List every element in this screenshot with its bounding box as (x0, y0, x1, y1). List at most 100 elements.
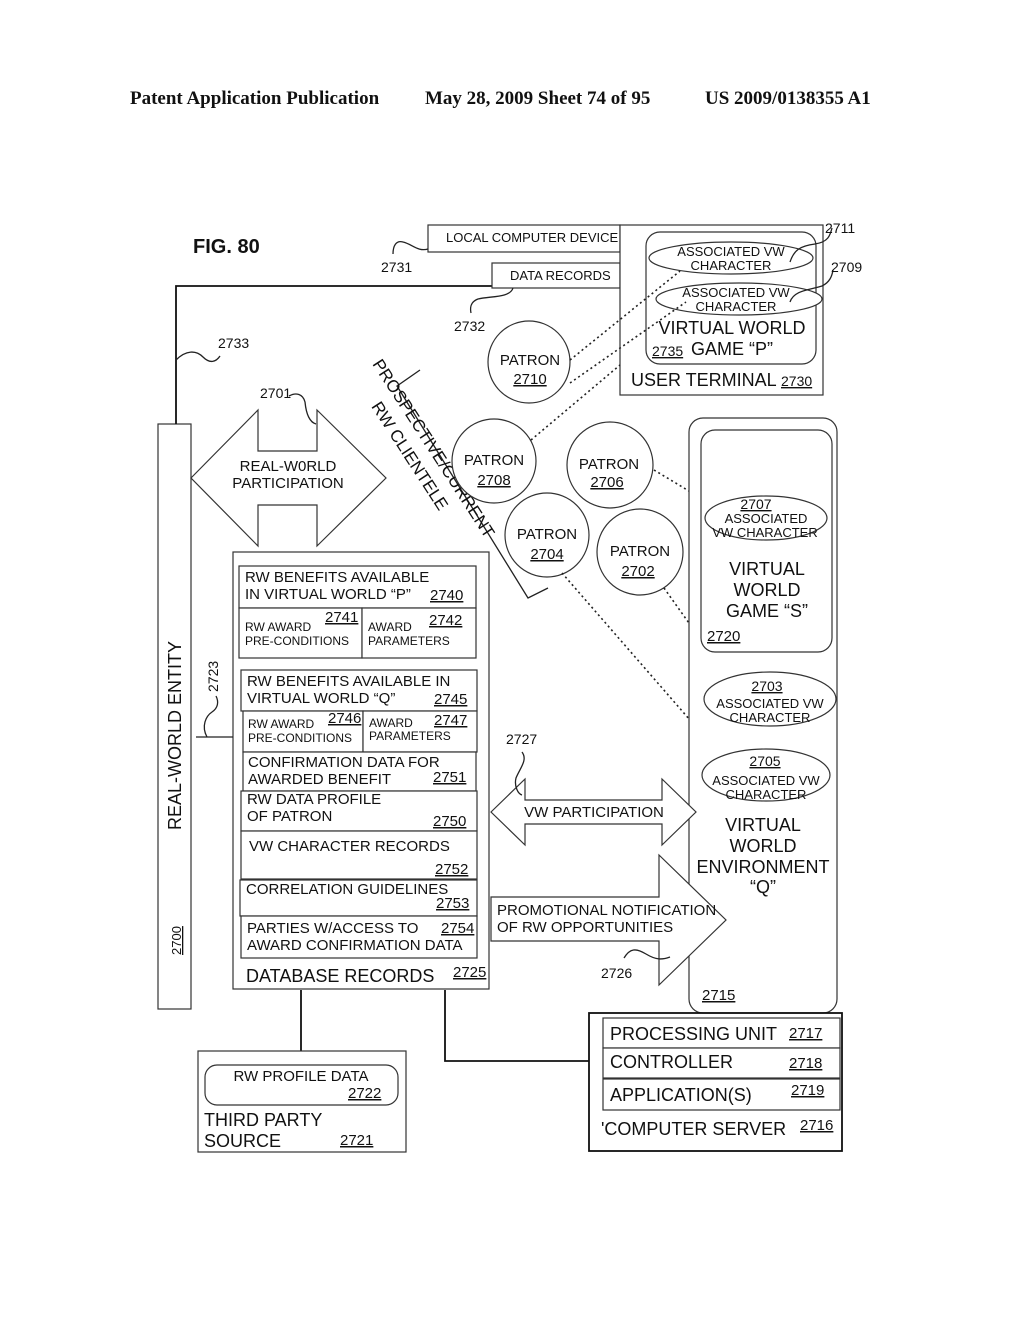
params-line2: PARAMETERS (368, 634, 450, 648)
parties-line2: AWARD CONFIRMATION DATA (247, 937, 463, 954)
promotional-line1: PROMOTIONAL NOTIFICATION (497, 902, 716, 919)
database-records: RW BENEFITS AVAILABLE IN VIRTUAL WORLD “… (232, 551, 490, 990)
computer-server: PROCESSING UNIT 2717 CONTROLLER 2718 APP… (588, 1012, 843, 1152)
server-row-label: PROCESSING UNIT (610, 1024, 777, 1044)
benefits-p-line1: RW BENEFITS AVAILABLE (245, 569, 429, 586)
vw-participation-label: VW PARTICIPATION (524, 804, 664, 821)
vw-env-ref: 2715 (702, 987, 735, 1004)
pre-conditions-ref: 2746 (328, 710, 361, 727)
computer-server-ref: 2716 (800, 1117, 833, 1134)
confirmation-line1: CONFIRMATION DATA FOR (248, 754, 440, 771)
parties-line1: PARTIES W/ACCESS TO (247, 920, 418, 937)
server-row-ref: 2719 (791, 1082, 824, 1099)
vw-env-line4: “Q” (750, 877, 776, 897)
profile-line1: RW DATA PROFILE (247, 791, 381, 808)
patron-label: PATRON (500, 352, 560, 369)
patron-2710: PATRON 2710 (487, 320, 571, 404)
data-records-label: DATA RECORDS (510, 268, 611, 283)
vw-game-s-line3: GAME “S” (726, 601, 808, 621)
character-label: CHARACTER (726, 787, 807, 802)
character-label: VW CHARACTER (712, 525, 817, 540)
vw-records-ref: 2752 (435, 861, 468, 878)
figure-diagram: FIG. 80 REAL-WORLD ENTITY 2700 2733 LOCA… (157, 220, 862, 1153)
user-terminal-label: USER TERMINAL (631, 370, 777, 390)
character-label: ASSOCIATED (725, 511, 808, 526)
connector-server (444, 990, 589, 1062)
params-line1: AWARD (369, 716, 413, 730)
benefits-p-ref: 2740 (430, 587, 463, 604)
real-world-entity-label: REAL-WORLD ENTITY (165, 641, 185, 830)
patron-ref: 2702 (621, 563, 654, 580)
database-ref: 2725 (453, 964, 486, 981)
database-label: DATABASE RECORDS (246, 966, 434, 986)
ref-2709: 2709 (831, 259, 862, 275)
ref-2732: 2732 (454, 318, 485, 334)
vw-game-p-line2: GAME “P” (691, 339, 773, 359)
params-line2: PARAMETERS (369, 729, 451, 743)
character-label: CHARACTER (691, 258, 772, 273)
server-row-label: APPLICATION(S) (610, 1085, 752, 1105)
correlation-ref: 2753 (436, 895, 469, 912)
vw-env-line3: ENVIRONMENT (696, 857, 829, 877)
vw-game-s-ref: 2720 (707, 628, 740, 645)
vw-game-s-line1: VIRTUAL (729, 559, 805, 579)
patron-label: PATRON (464, 452, 524, 469)
ref-2701: 2701 (260, 385, 291, 401)
patron-label: PATRON (579, 456, 639, 473)
server-row-ref: 2718 (789, 1055, 822, 1072)
patron-2708: PATRON 2708 (451, 418, 537, 504)
rw-participation-line2: PARTICIPATION (232, 475, 343, 492)
rw-participation-line1: REAL-W0RLD (240, 458, 337, 475)
third-party-line2: SOURCE (204, 1131, 281, 1151)
ref-2733: 2733 (218, 335, 249, 351)
ref-2726: 2726 (601, 965, 632, 981)
character-label: CHARACTER (696, 299, 777, 314)
character-ref: 2707 (740, 496, 771, 512)
leader-2723 (203, 695, 219, 738)
correlation-line1: CORRELATION GUIDELINES (246, 881, 448, 898)
patron-label: PATRON (610, 543, 670, 560)
vw-game-s-line2: WORLD (734, 580, 801, 600)
params-ref: 2742 (429, 612, 462, 629)
pre-conditions-line1: RW AWARD (245, 620, 312, 634)
character-label: ASSOCIATED VW (716, 696, 824, 711)
params-ref: 2747 (434, 712, 467, 729)
character-label: CHARACTER (730, 710, 811, 725)
confirmation-line2: AWARDED BENEFIT (248, 771, 391, 788)
leader-2732 (469, 287, 514, 314)
local-computer-device: LOCAL COMPUTER DEVICE DATA RECORDS (427, 224, 621, 289)
user-terminal-ref: 2730 (781, 373, 812, 389)
leader-2733 (175, 351, 221, 363)
promotional-line2: OF RW OPPORTUNITIES (497, 919, 673, 936)
benefits-q-ref: 2745 (434, 691, 467, 708)
profile-line2: OF PATRON (247, 808, 332, 825)
local-computer-label: LOCAL COMPUTER DEVICE (446, 230, 618, 245)
vw-game-p-ref: 2735 (652, 343, 683, 359)
computer-server-label: 'COMPUTER SERVER (601, 1119, 786, 1139)
character-label: ASSOCIATED VW (677, 244, 785, 259)
character-label: ASSOCIATED VW (682, 285, 790, 300)
character-label: ASSOCIATED VW (712, 773, 820, 788)
patron-ref: 2710 (513, 371, 546, 388)
leader-2701 (288, 393, 317, 425)
server-row-label: CONTROLLER (610, 1052, 733, 1072)
patron-ref: 2706 (590, 474, 623, 491)
confirmation-ref: 2751 (433, 769, 466, 786)
user-terminal: ASSOCIATED VW CHARACTER ASSOCIATED VW CH… (619, 224, 824, 396)
profile-ref: 2750 (433, 813, 466, 830)
character-ref: 2703 (751, 678, 782, 694)
leader-2731 (392, 240, 429, 255)
third-party-ref: 2721 (340, 1132, 373, 1149)
patron-ref: 2708 (477, 472, 510, 489)
patron-2702: PATRON 2702 (596, 508, 684, 596)
figure-title: FIG. 80 (193, 236, 260, 258)
pre-conditions-line2: PRE-CONDITIONS (248, 731, 352, 745)
patron-2706: PATRON 2706 (566, 421, 654, 509)
vw-env-line1: VIRTUAL (725, 815, 801, 835)
third-party-source: RW PROFILE DATA 2722 THIRD PARTY SOURCE … (197, 1050, 407, 1153)
character-ref: 2705 (749, 753, 780, 769)
third-party-line1: THIRD PARTY (204, 1110, 322, 1130)
ref-2731: 2731 (381, 259, 412, 275)
ref-2727: 2727 (506, 731, 537, 747)
vw-game-p-line1: VIRTUAL WORLD (658, 318, 805, 338)
